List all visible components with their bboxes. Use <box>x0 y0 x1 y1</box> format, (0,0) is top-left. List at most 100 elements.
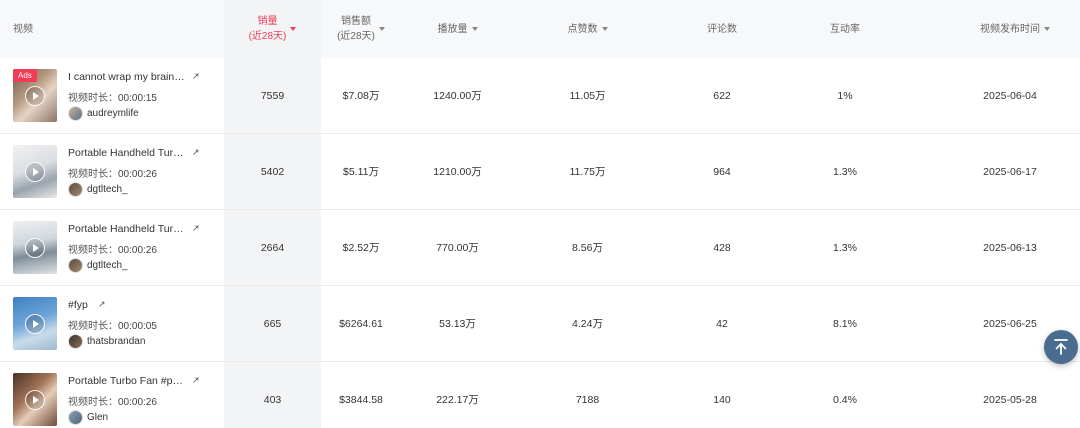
external-link-icon[interactable]: ↗ <box>192 71 200 82</box>
video-duration: 视频时长：00:00:26 <box>68 165 157 180</box>
sort-icon <box>601 27 608 31</box>
cell-sales: 665 <box>263 317 282 330</box>
author-name: dgtltech_ <box>87 259 128 271</box>
cell-revenue: $2.52万 <box>342 242 380 254</box>
video-duration: 视频时长：00:00:26 <box>68 393 157 408</box>
external-link-icon[interactable]: ↗ <box>98 299 106 310</box>
duration-value: 00:00:05 <box>118 321 157 332</box>
table-row[interactable]: #fyp ↗ 视频时长：00:00:05 thatsbrandan 665 $6… <box>0 286 1080 362</box>
cell-likes: 11.05万 <box>569 90 606 102</box>
cell-publish-date: 2025-06-17 <box>983 165 1037 178</box>
cell-plays: 770.00万 <box>436 242 479 254</box>
sort-desc-icon <box>290 27 297 31</box>
table-row[interactable]: Portable Handheld Tur… ↗ 视频时长：00:00:26 d… <box>0 210 1080 286</box>
avatar <box>68 181 83 197</box>
cell-comments: 140 <box>713 393 731 406</box>
back-to-top-button[interactable] <box>1044 330 1078 364</box>
cell-likes: 7188 <box>575 393 600 406</box>
sort-icon <box>471 27 478 31</box>
header-publish-date[interactable]: 视频发布时间 <box>950 0 1080 58</box>
external-link-icon[interactable]: ↗ <box>192 223 200 234</box>
video-thumbnail[interactable] <box>13 221 57 274</box>
author[interactable]: audreymlife <box>68 105 139 121</box>
play-icon[interactable] <box>25 161 45 182</box>
play-icon[interactable] <box>25 237 45 258</box>
video-title[interactable]: #fyp <box>68 299 88 311</box>
play-icon[interactable] <box>25 313 45 334</box>
arrow-up-icon <box>1054 339 1068 355</box>
header-engagement-label: 互动率 <box>830 23 860 35</box>
video-duration: 视频时长：00:00:15 <box>68 89 157 104</box>
header-plays[interactable]: 播放量 <box>410 0 505 58</box>
header-comments: 评论数 <box>672 0 772 58</box>
cell-revenue: $5.11万 <box>343 166 379 178</box>
author[interactable]: dgtltech_ <box>68 257 128 273</box>
table-row[interactable]: Portable Turbo Fan #p… ↗ 视频时长：00:00:26 G… <box>0 362 1080 428</box>
cell-revenue: $7.08万 <box>342 90 380 102</box>
video-title[interactable]: Portable Turbo Fan #p… <box>68 375 183 387</box>
cell-engagement: 0.4% <box>833 393 857 406</box>
cell-revenue: $3844.58 <box>339 393 383 406</box>
cell-comments: 428 <box>713 241 731 254</box>
cell-engagement: 8.1% <box>833 317 857 330</box>
cell-sales: 7559 <box>260 89 285 102</box>
table-header: 视频 销量 (近28天) 销售额 (近28天) 播放量 点赞数 评论数 互动率 … <box>0 0 1080 58</box>
cell-comments: 622 <box>713 89 731 102</box>
video-title[interactable]: Portable Handheld Tur… <box>68 223 184 235</box>
video-thumbnail[interactable] <box>13 145 57 198</box>
cell-publish-date: 2025-06-04 <box>983 89 1037 102</box>
avatar <box>68 105 83 121</box>
header-revenue[interactable]: 销售额 (近28天) <box>321 0 401 58</box>
external-link-icon[interactable]: ↗ <box>192 147 200 158</box>
cell-likes: 4.24万 <box>572 318 603 330</box>
video-title[interactable]: Portable Handheld Tur… <box>68 147 184 159</box>
avatar <box>68 333 83 349</box>
cell-engagement: 1.3% <box>833 241 857 254</box>
external-link-icon[interactable]: ↗ <box>192 375 200 386</box>
video-thumbnail[interactable] <box>13 373 57 426</box>
duration-value: 00:00:26 <box>118 169 157 180</box>
play-icon[interactable] <box>25 85 45 106</box>
duration-label: 视频时长： <box>68 397 118 408</box>
duration-label: 视频时长： <box>68 169 118 180</box>
author-name: dgtltech_ <box>87 183 128 195</box>
cell-likes: 8.56万 <box>572 242 603 254</box>
video-duration: 视频时长：00:00:05 <box>68 317 157 332</box>
header-plays-label: 播放量 <box>437 23 468 35</box>
author[interactable]: thatsbrandan <box>68 333 145 349</box>
header-video-label: 视频 <box>13 23 33 35</box>
header-sales[interactable]: 销量 (近28天) <box>224 0 321 58</box>
header-engagement: 互动率 <box>795 0 895 58</box>
avatar <box>68 409 83 425</box>
table-row[interactable]: Portable Handheld Tur… ↗ 视频时长：00:00:26 d… <box>0 134 1080 210</box>
author[interactable]: dgtltech_ <box>68 181 128 197</box>
header-publish-date-label: 视频发布时间 <box>980 23 1040 35</box>
header-revenue-label: 销售额 (近28天) <box>337 16 375 42</box>
cell-likes: 11.75万 <box>569 166 606 178</box>
cell-sales: 403 <box>263 393 282 406</box>
video-table: 视频 销量 (近28天) 销售额 (近28天) 播放量 点赞数 评论数 互动率 … <box>0 0 1080 428</box>
header-likes-label: 点赞数 <box>567 23 598 35</box>
header-sales-label: 销量 (近28天) <box>248 16 287 42</box>
cell-sales: 2664 <box>260 241 285 254</box>
sort-icon <box>378 27 385 31</box>
duration-value: 00:00:26 <box>118 397 157 408</box>
author[interactable]: Glen <box>68 409 108 425</box>
cell-plays: 53.13万 <box>439 318 476 330</box>
video-title[interactable]: I cannot wrap my brain… <box>68 71 185 83</box>
cell-publish-date: 2025-05-28 <box>983 393 1037 406</box>
header-video: 视频 <box>0 0 60 58</box>
duration-value: 00:00:26 <box>118 245 157 256</box>
avatar <box>68 257 83 273</box>
header-comments-label: 评论数 <box>707 23 737 35</box>
video-thumbnail[interactable] <box>13 297 57 350</box>
header-likes[interactable]: 点赞数 <box>540 0 635 58</box>
video-thumbnail[interactable]: Ads <box>13 69 57 122</box>
duration-label: 视频时长： <box>68 245 118 256</box>
cell-comments: 964 <box>713 165 731 178</box>
cell-plays: 222.17万 <box>436 394 479 406</box>
play-icon[interactable] <box>25 389 45 410</box>
author-name: Glen <box>87 411 109 423</box>
table-row[interactable]: Ads I cannot wrap my brain… ↗ 视频时长：00:00… <box>0 58 1080 134</box>
cell-publish-date: 2025-06-13 <box>983 241 1037 254</box>
